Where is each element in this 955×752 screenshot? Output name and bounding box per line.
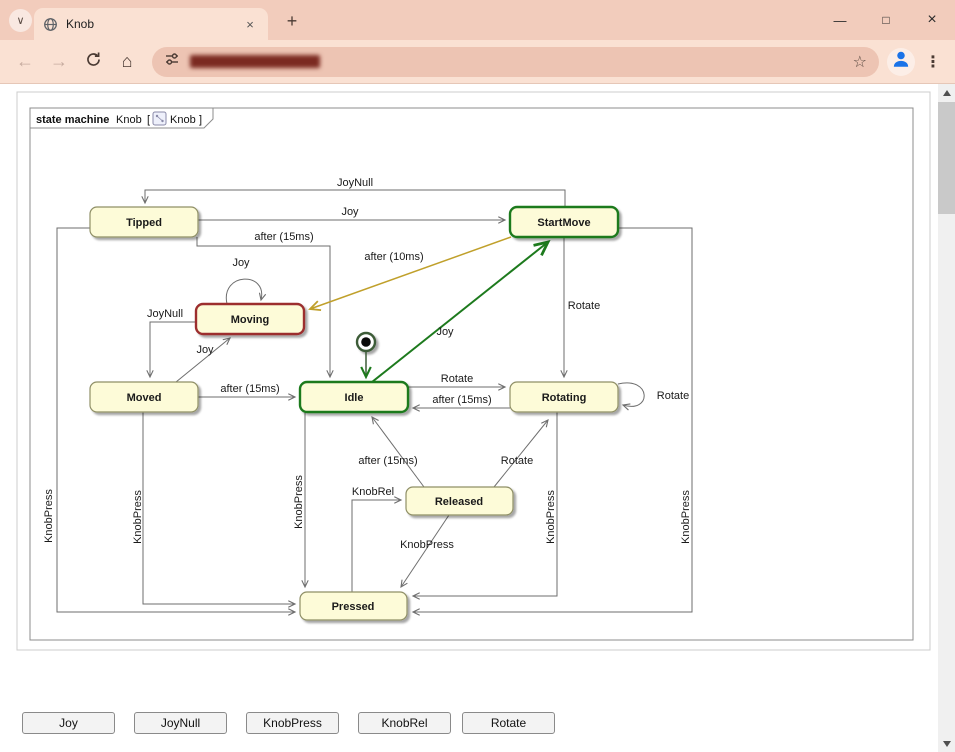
bookmark-star-icon[interactable]: ☆ [853,52,867,72]
transition-label: Rotate [568,300,600,312]
frame-ref-name: Knob [170,114,196,126]
tab-search-button[interactable]: ∨ [9,9,32,32]
redacted-url [190,55,320,68]
transition-label: JoyNull [337,177,373,189]
frame-bracket-close: ] [199,114,202,126]
forward-button[interactable]: → [42,45,76,79]
state-startmove: StartMove [510,207,618,237]
state-label: StartMove [537,217,590,229]
browser-tab[interactable]: Knob × [34,8,268,40]
transition-label-vertical: KnobPress [43,489,55,543]
transition-label: after (15ms) [220,383,279,395]
window-controls: — □ × [817,0,955,40]
transition-label: KnobRel [352,486,394,498]
state-label: Moving [231,314,270,326]
transition-label: JoyNull [147,308,183,320]
transition-label: after (15ms) [432,394,491,406]
state-released: Released [406,487,513,515]
vertical-scrollbar[interactable] [938,84,955,752]
transition-label: KnobPress [400,539,454,551]
state-label: Moved [127,392,162,404]
transition-label: Joy [232,257,250,269]
minimize-button[interactable]: — [817,0,863,40]
scroll-up-icon[interactable] [938,84,955,101]
address-bar[interactable]: ☆ [152,47,879,77]
state-label: Rotating [542,392,587,404]
reload-button[interactable] [76,45,110,79]
back-button[interactable]: ← [8,45,42,79]
browser-window: ∨ Knob × + — □ × ← → [0,0,955,752]
state-tipped: Tipped [90,207,198,237]
state-rotating: Rotating [510,382,618,412]
submachine-icon [153,112,166,125]
state-machine-diagram: state machine Knob [ Knob ] [0,84,938,752]
state-label: Idle [345,392,364,404]
event-button-joynull[interactable]: JoyNull [134,712,227,734]
event-button-knobrel[interactable]: KnobRel [358,712,451,734]
transition-label-vertical: KnobPress [293,475,305,529]
transition-label: Rotate [441,373,473,385]
state-moved: Moved [90,382,198,412]
reload-icon [85,51,102,73]
frame-bracket-open: [ [147,114,150,126]
transition-label-vertical: KnobPress [680,490,692,544]
state-moving: Moving [196,304,304,334]
scroll-down-icon[interactable] [938,735,955,752]
maximize-button[interactable]: □ [863,0,909,40]
event-button-knobpress[interactable]: KnobPress [246,712,339,734]
state-label: Pressed [332,601,375,613]
close-tab-icon[interactable]: × [241,15,259,33]
state-pressed: Pressed [300,592,407,620]
transition-label: Joy [436,326,454,338]
state-idle: Idle [300,382,408,412]
transition-label: Joy [196,344,214,356]
transition-label: after (15ms) [254,231,313,243]
transition-label: after (10ms) [364,251,423,263]
state-label: Released [435,496,483,508]
browser-toolbar: ← → ⌂ ☆ [0,40,955,84]
event-button-joy[interactable]: Joy [22,712,115,734]
globe-icon [43,17,58,32]
new-tab-button[interactable]: + [280,9,304,33]
transition-label-vertical: KnobPress [132,490,144,544]
menu-dots-icon[interactable]: ⋮ [919,45,947,79]
diagram-canvas [17,92,930,650]
home-button[interactable]: ⌂ [110,45,144,79]
scrollbar-thumb[interactable] [938,102,955,214]
close-window-button[interactable]: × [909,0,955,40]
transition-label: Joy [341,206,359,218]
state-label: Tipped [126,217,162,229]
transition-label: Rotate [501,455,533,467]
frame-kind-label: state machine [36,114,109,126]
chevron-down-icon: ∨ [16,14,24,27]
person-icon [890,48,912,75]
window-titlebar: ∨ Knob × + — □ × [0,0,955,40]
transition-label-vertical: KnobPress [545,490,557,544]
event-button-rotate[interactable]: Rotate [462,712,555,734]
transition-label: Rotate [657,390,689,402]
transition-label: after (15ms) [358,455,417,467]
site-settings-icon[interactable] [164,51,180,72]
frame-name: Knob [116,114,142,126]
profile-avatar[interactable] [887,48,915,76]
tab-title: Knob [66,17,241,31]
page-content: state machine Knob [ Knob ] [0,84,955,752]
